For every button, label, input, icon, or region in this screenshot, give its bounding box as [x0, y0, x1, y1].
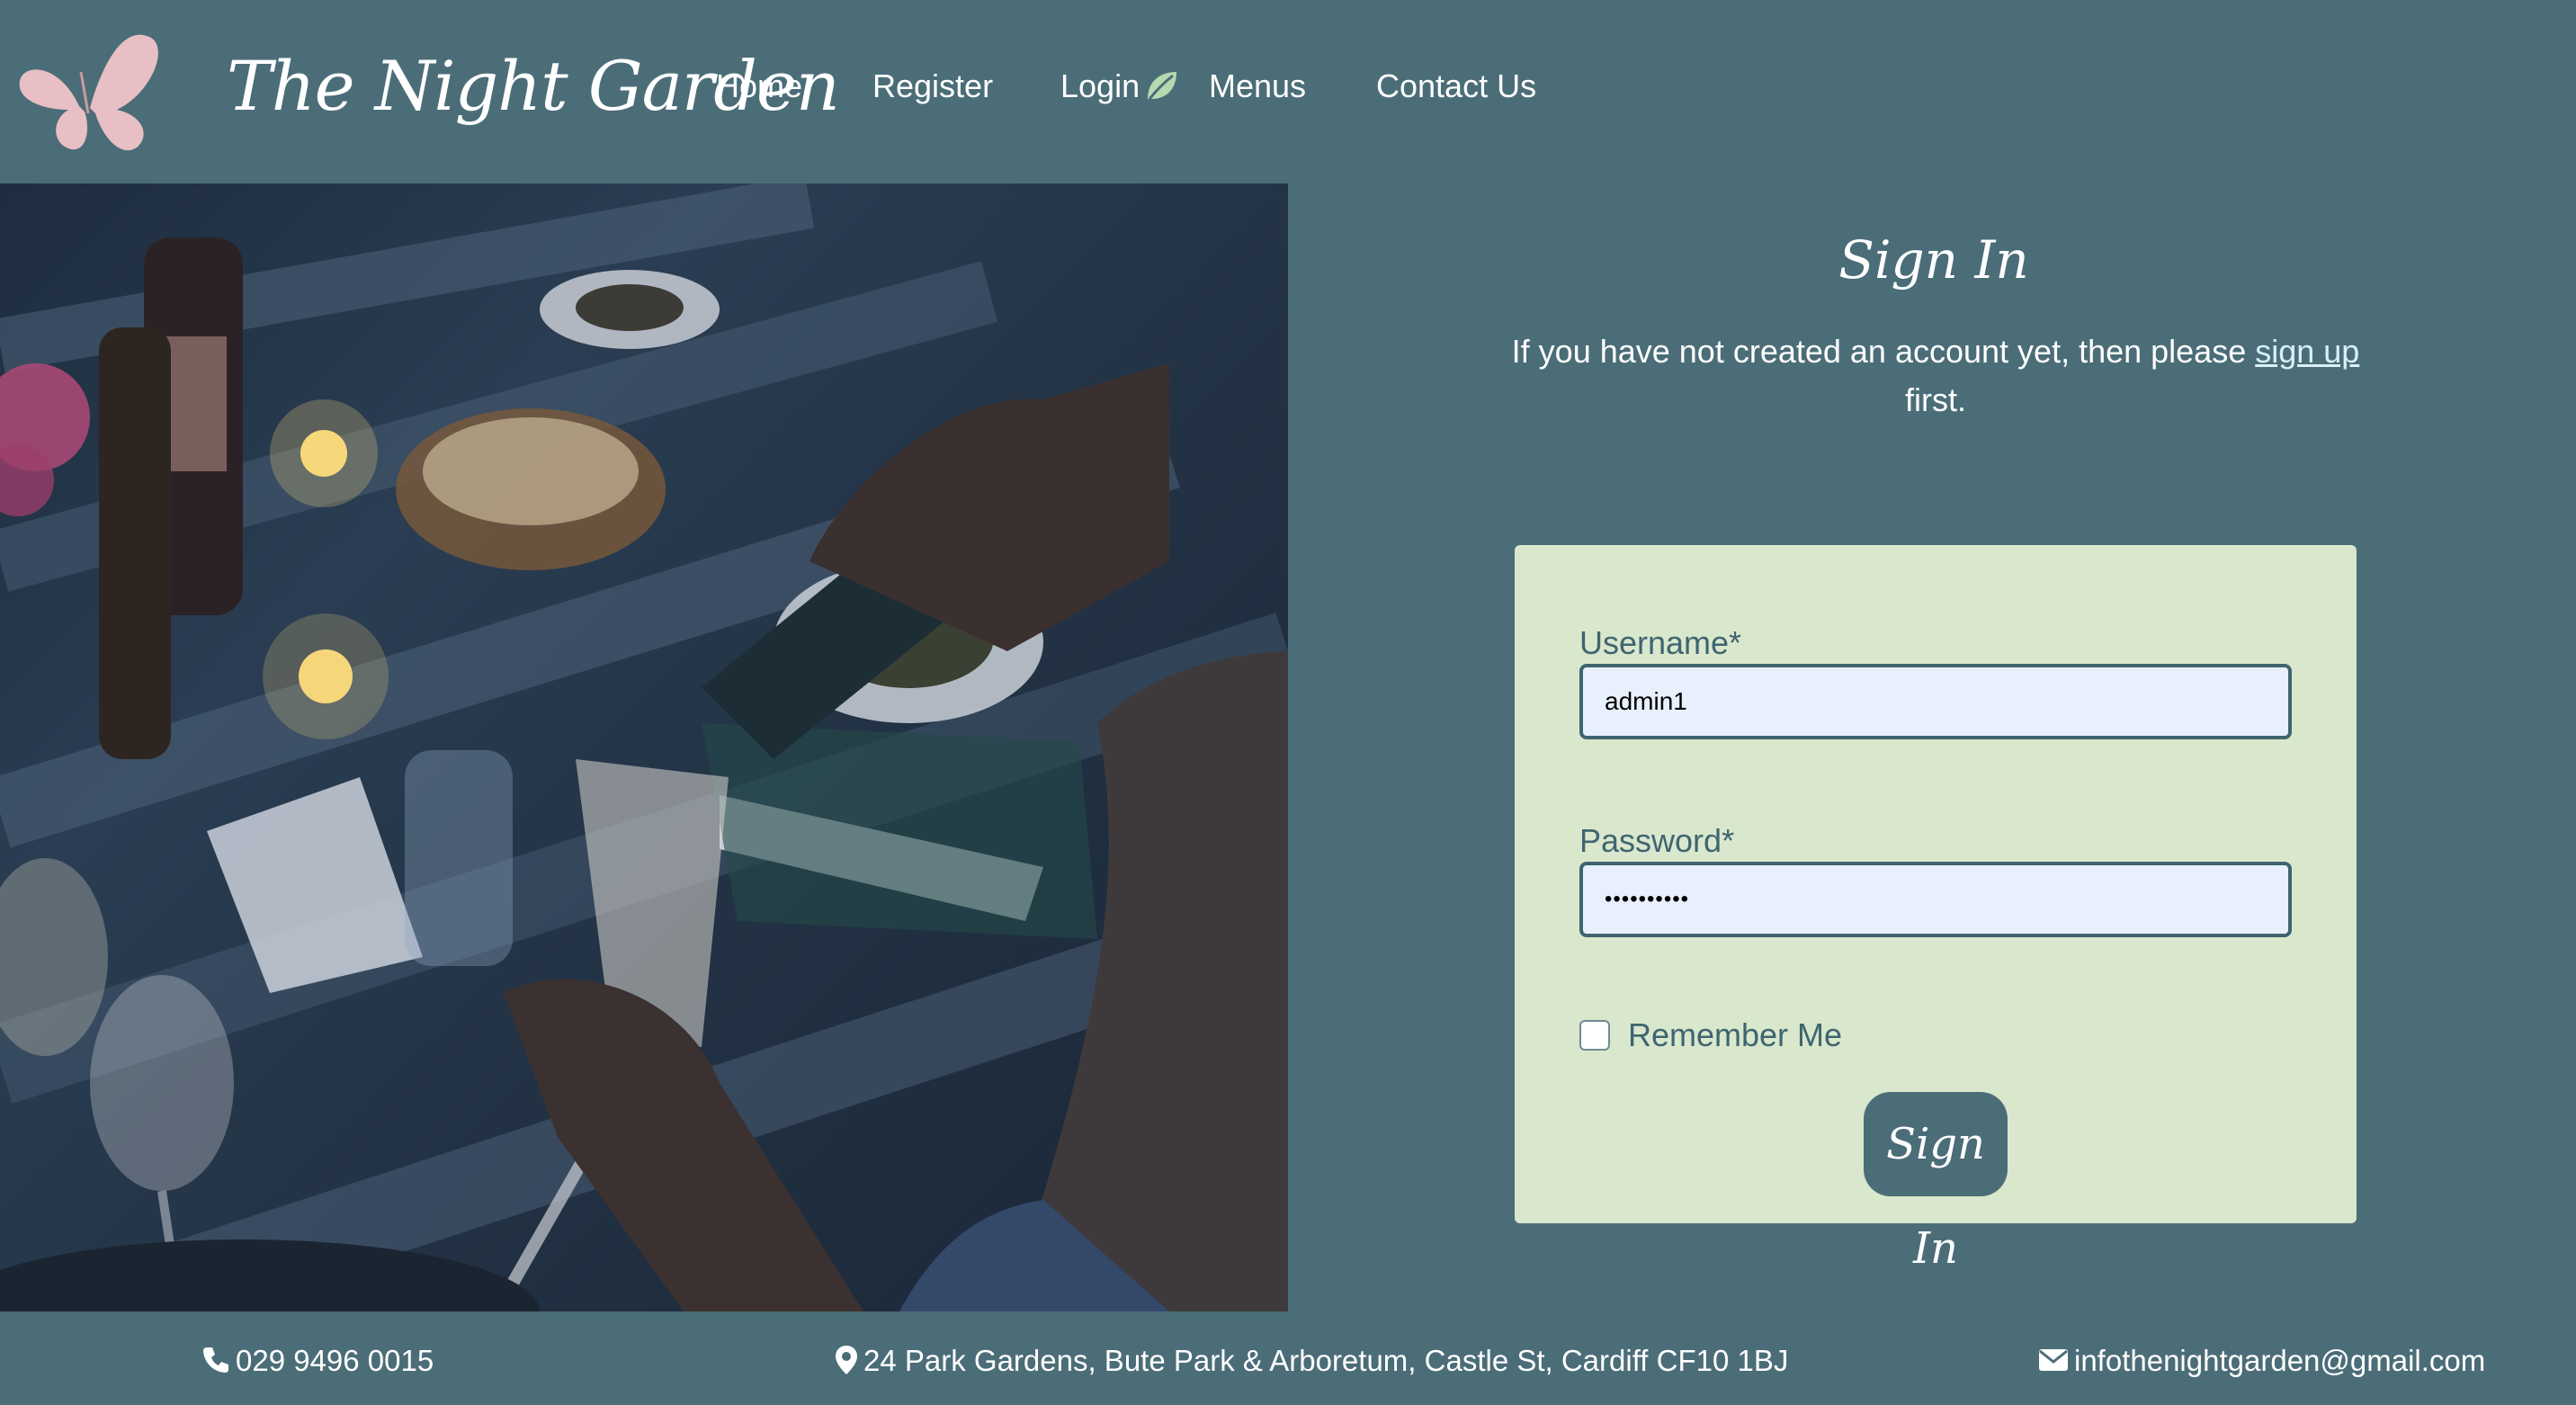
- footer-address-text: 24 Park Gardens, Bute Park & Arboretum, …: [863, 1344, 1789, 1377]
- signin-form: Username* Password* Remember Me Sign In: [1515, 545, 2357, 1274]
- sign-up-link[interactable]: sign up: [2255, 333, 2359, 370]
- footer-email-text: infothenightgarden@gmail.com: [2074, 1344, 2486, 1377]
- footer-address: 24 Park Gardens, Bute Park & Arboretum, …: [835, 1338, 1788, 1383]
- remember-me-label[interactable]: Remember Me: [1628, 1013, 1842, 1058]
- username-input[interactable]: [1579, 664, 2292, 739]
- footer-phone-text: 029 9496 0015: [236, 1344, 434, 1377]
- password-input[interactable]: [1579, 862, 2292, 937]
- nav-login[interactable]: Login: [1060, 54, 1140, 119]
- remember-me-checkbox[interactable]: [1579, 1020, 1610, 1051]
- butterfly-icon[interactable]: [16, 27, 158, 153]
- signin-intro: If you have not created an account yet, …: [1504, 327, 2367, 425]
- phone-icon: [203, 1347, 228, 1374]
- envelope-icon: [2039, 1349, 2068, 1372]
- site-header: The Night Garden Home Register Login Men…: [0, 0, 2576, 183]
- map-pin-icon: [836, 1346, 857, 1375]
- leaf-icon: [1148, 72, 1176, 100]
- nav-menus[interactable]: Menus: [1209, 54, 1306, 119]
- footer-phone[interactable]: 029 9496 0015: [201, 1338, 434, 1383]
- password-label: Password*: [1579, 822, 1735, 859]
- footer-email[interactable]: infothenightgarden@gmail.com: [2038, 1338, 2485, 1383]
- username-label: Username*: [1579, 624, 1742, 661]
- intro-text-before: If you have not created an account yet, …: [1511, 333, 2256, 370]
- signin-heading: Sign In: [1838, 229, 2029, 291]
- dinner-table-photo: [0, 183, 1288, 1311]
- hero-image: [0, 183, 1288, 1311]
- intro-text-after: first.: [1905, 381, 1966, 418]
- nav-home[interactable]: Home: [716, 54, 802, 119]
- sign-in-button[interactable]: Sign In: [1864, 1092, 2008, 1274]
- nav-contact-us[interactable]: Contact Us: [1376, 54, 1536, 119]
- nav-register[interactable]: Register: [872, 54, 993, 119]
